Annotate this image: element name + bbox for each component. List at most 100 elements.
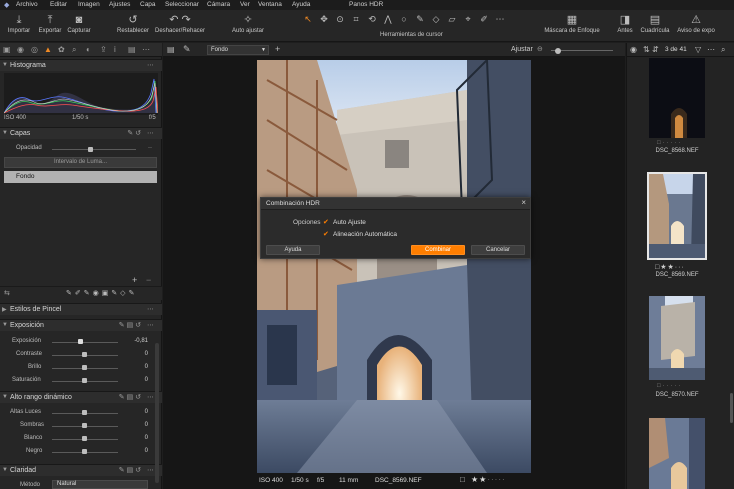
pan-icon[interactable]: ✥ (316, 14, 332, 25)
brightness-value[interactable]: 0 (128, 364, 148, 370)
clarity-header-icons[interactable]: ✎▤↺ ⋯ (119, 466, 156, 474)
import-button[interactable]: ⤓ Importar (4, 12, 34, 34)
hdr-header-icons[interactable]: ✎▤↺ ⋯ (119, 393, 156, 401)
swap-icon[interactable]: ⇆ (4, 289, 10, 297)
batch-tab-icon[interactable]: ▤ (128, 45, 136, 54)
eye-icon[interactable]: ◉ (630, 45, 637, 54)
before-button[interactable]: ◨ Antes (614, 12, 636, 34)
close-icon[interactable]: × (521, 198, 526, 207)
contrast-value[interactable]: 0 (128, 351, 148, 357)
color-tag-icon[interactable]: □ (460, 475, 465, 484)
black-value[interactable]: 0 (128, 448, 148, 454)
annotate-icon[interactable]: ✐ (476, 14, 492, 25)
cancel-button[interactable]: Cancelar (471, 245, 525, 255)
menu-imagen[interactable]: Imagen (78, 1, 100, 8)
brush-icon[interactable]: ✎ (412, 14, 428, 25)
opacity-slider-knob[interactable] (88, 147, 93, 152)
local-tab-icon[interactable]: ◐ (86, 45, 91, 54)
eraser-icon[interactable]: ◇ (428, 14, 444, 25)
remove-layer-icon[interactable]: − (146, 275, 151, 285)
color-tab-icon[interactable]: ✿ (58, 45, 65, 54)
layer-list-icon[interactable]: ▤ (167, 45, 175, 54)
star-rating[interactable]: ★★····· (471, 475, 506, 484)
brush-icon[interactable]: ✎ (183, 44, 191, 55)
menu-archivo[interactable]: Archivo (16, 1, 38, 8)
auto-align-checkbox[interactable]: ✔ (323, 230, 329, 238)
thumbnail-3-rating[interactable]: □····· (657, 383, 683, 389)
more-icon[interactable]: ⋯ (147, 305, 156, 313)
rotate-icon[interactable]: ⟲ (364, 14, 380, 25)
menu-ayuda[interactable]: Ayuda (292, 1, 310, 8)
spot-icon[interactable]: ○ (396, 14, 412, 24)
white-slider-knob[interactable] (82, 436, 87, 441)
method-select[interactable]: Natural (52, 480, 148, 489)
menu-ajustes[interactable]: Ajustes (109, 1, 130, 8)
picker-icon[interactable]: ⌖ (460, 14, 476, 25)
metadata-tab-icon[interactable]: i (114, 45, 116, 54)
menu-seleccionar[interactable]: Seleccionar (165, 1, 199, 8)
output-tab-icon[interactable]: ⇪ (100, 45, 107, 54)
exposure-slider-knob[interactable] (78, 339, 83, 344)
zoom-slider-knob[interactable] (555, 48, 561, 54)
zoom-out-icon[interactable]: ⊖ (537, 45, 543, 53)
panel-scrollbar[interactable] (155, 343, 159, 483)
focus-mask-button[interactable]: ▦ Máscara de Enfoque (540, 12, 604, 34)
highlights-slider-knob[interactable] (82, 410, 87, 415)
brightness-slider-knob[interactable] (82, 365, 87, 370)
capture-tab-icon[interactable]: ◉ (17, 45, 24, 54)
layers-header[interactable]: ▼ Capas ✎↺ ⋯ (0, 127, 162, 139)
opacity-slider[interactable] (52, 149, 136, 150)
filter-icon[interactable]: ▽ (695, 45, 701, 54)
exposure-value[interactable]: -0,81 (128, 338, 148, 344)
layers-header-icons[interactable]: ✎↺ ⋯ (127, 129, 156, 137)
zoom-icon[interactable]: ⊙ (332, 14, 348, 25)
layer-select[interactable]: Fondo ▼ (207, 45, 269, 55)
thumbnail-3[interactable] (649, 296, 705, 380)
menu-capa[interactable]: Capa (140, 1, 156, 8)
add-layer-icon[interactable]: + (132, 275, 137, 285)
browser-scrollbar[interactable] (730, 393, 733, 423)
hdr-header[interactable]: ▼ Alto rango dinámico ✎▤↺ ⋯ (0, 391, 162, 403)
luma-range-button[interactable]: Intervalo de Luma... (4, 157, 157, 168)
keystone-icon[interactable]: ⋀ (380, 14, 396, 25)
crop-icon[interactable]: ⌗ (348, 14, 364, 25)
more-icon[interactable]: ⋯ (147, 61, 156, 69)
contrast-slider-knob[interactable] (82, 352, 87, 357)
saturation-value[interactable]: 0 (128, 377, 148, 383)
black-slider-knob[interactable] (82, 449, 87, 454)
brush-styles-header[interactable]: ▶ Estilos de Pincel ⋯ (0, 303, 162, 315)
exposure-header-icons[interactable]: ✎▤↺ ⋯ (119, 321, 156, 329)
layer-brush-tools[interactable]: ✎✐✎◉▣✎◇✎ (66, 289, 137, 297)
saturation-slider-knob[interactable] (82, 378, 87, 383)
clarity-header[interactable]: ▼ Claridad ✎▤↺ ⋯ (0, 464, 162, 476)
exposure-header[interactable]: ▼ Exposición ✎▤↺ ⋯ (0, 319, 162, 331)
auto-adjust-button[interactable]: ✧ Auto ajustar (228, 12, 268, 34)
more-icon[interactable]: ⋯ (707, 45, 715, 54)
search-icon[interactable]: ⌕ (721, 45, 725, 55)
photo-canvas[interactable] (257, 60, 531, 473)
lens-tab-icon[interactable]: ◎ (31, 45, 38, 54)
library-tab-icon[interactable]: ▣ (3, 45, 11, 54)
export-button[interactable]: ⤒ Exportar (35, 12, 65, 34)
combine-button[interactable]: Combinar (411, 245, 465, 255)
exposure-slider[interactable] (52, 342, 118, 343)
capture-button[interactable]: ◙ Capturar (64, 12, 94, 34)
detail-tab-icon[interactable]: ⌕ (72, 45, 76, 55)
add-layer-icon[interactable]: + (275, 44, 280, 54)
grid-button[interactable]: ▤ Cuadrícula (638, 12, 672, 34)
exposure-warning-button[interactable]: ⚠ Aviso de expo (674, 12, 718, 34)
shadows-slider-knob[interactable] (82, 423, 87, 428)
shadows-value[interactable]: 0 (128, 422, 148, 428)
sort-icon[interactable]: ⇅ (643, 45, 650, 54)
thumbnail-4[interactable] (649, 418, 705, 489)
app-icon[interactable]: ◆ (4, 1, 9, 9)
help-button[interactable]: Ayuda (266, 245, 320, 255)
reset-button[interactable]: ↺ Restablecer (114, 12, 152, 34)
thumbnail-1-rating[interactable]: □····· (657, 140, 683, 146)
layer-row-background[interactable]: Fondo (4, 171, 157, 183)
menu-ver[interactable]: Ver (240, 1, 250, 8)
highlights-value[interactable]: 0 (128, 409, 148, 415)
undo-redo-button[interactable]: ↶ ↷ Deshacer/Rehacer (153, 12, 207, 34)
exposure-tab-icon[interactable]: ▲ (44, 45, 52, 54)
more-tools-icon[interactable]: ⋯ (492, 14, 508, 25)
